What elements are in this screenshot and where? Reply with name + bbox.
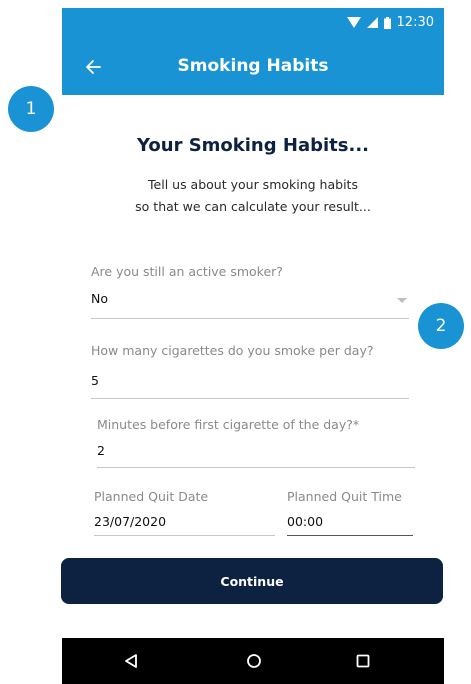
nav-home-button[interactable] — [241, 648, 267, 674]
nav-back-button[interactable] — [118, 648, 144, 674]
minutes-before-first-underline — [97, 467, 415, 468]
subtitle-line-2: so that we can calculate your result... — [135, 199, 371, 214]
planned-quit-date-input[interactable]: 23/07/2020 — [94, 514, 166, 529]
circle-home-icon — [247, 654, 261, 668]
status-bar: 12:30 — [62, 8, 444, 40]
wifi-icon — [346, 17, 361, 28]
signal-icon — [366, 17, 378, 28]
active-smoker-select[interactable]: No — [91, 291, 108, 306]
triangle-back-icon — [125, 654, 137, 668]
page-title: Your Smoking Habits... — [137, 135, 369, 156]
subtitle-line-1: Tell us about your smoking habits — [148, 177, 358, 192]
continue-button[interactable]: Continue — [61, 558, 443, 604]
chevron-down-icon[interactable] — [397, 298, 407, 303]
nav-recents-button[interactable] — [350, 648, 376, 674]
callout-marker-2: 2 — [418, 303, 464, 349]
app-bar: Smoking Habits — [62, 40, 444, 95]
battery-icon — [383, 16, 391, 29]
status-icons: 12:30 — [346, 15, 434, 30]
system-nav-bar — [62, 638, 444, 684]
cigarettes-per-day-label: How many cigarettes do you smoke per day… — [91, 343, 374, 358]
planned-quit-time-input[interactable]: 00:00 — [287, 514, 323, 529]
active-smoker-underline — [91, 318, 409, 319]
planned-quit-time-label: Planned Quit Time — [287, 489, 402, 504]
cigarettes-per-day-input[interactable]: 5 — [91, 373, 99, 388]
callout-marker-1: 1 — [8, 86, 54, 132]
cigarettes-per-day-underline — [91, 398, 409, 399]
active-smoker-label: Are you still an active smoker? — [91, 264, 283, 279]
minutes-before-first-label: Minutes before first cigarette of the da… — [97, 417, 360, 432]
minutes-before-first-input[interactable]: 2 — [97, 443, 105, 458]
app-title: Smoking Habits — [177, 56, 329, 76]
planned-quit-time-underline — [287, 535, 413, 536]
page-subtitle: Tell us about your smoking habits so tha… — [62, 174, 444, 218]
planned-quit-date-underline — [94, 535, 275, 536]
status-time: 12:30 — [396, 15, 434, 30]
square-recents-icon — [356, 654, 370, 668]
planned-quit-date-label: Planned Quit Date — [94, 489, 209, 504]
